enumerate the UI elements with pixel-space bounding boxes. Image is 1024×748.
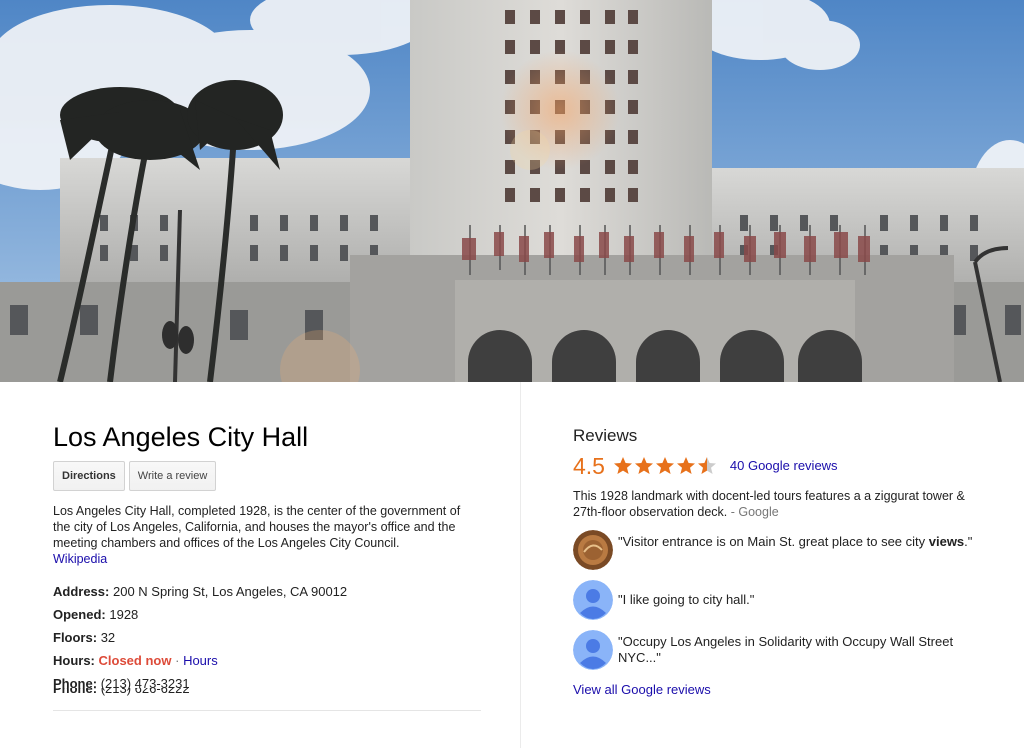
floors-value: 32 [100,630,116,645]
fact-label: Phone: [53,688,98,696]
review-item[interactable]: "Visitor entrance is on Main St. great p… [573,530,993,570]
review-item[interactable]: "Occupy Los Angeles in Solidarity with O… [573,630,993,670]
hours-separator: · [175,653,180,668]
place-title: Los Angeles City Hall [53,422,309,452]
view-all-reviews: View all Google reviews [573,682,993,697]
phone-secondary-value[interactable]: (213) 626-6222 [101,688,190,696]
section-divider [53,710,481,711]
fact-hours: Hours: Closed now · Hours [53,649,481,672]
reviews-heading: Reviews [573,426,638,445]
place-photo[interactable] [0,0,1024,382]
star-icons [614,456,717,474]
star-icon [635,456,654,474]
directions-button[interactable]: Directions [53,461,125,491]
default-user-icon [573,580,613,620]
opened-value: 1928 [109,607,139,622]
star-icon [677,456,696,474]
review-text-part: ." [964,534,973,549]
description-text: Los Angeles City Hall, completed 1928, i… [53,504,461,550]
action-buttons: Directions Write a review [53,461,481,491]
reviews-panel: Reviews 4.5 40 Google reviews This 1928 … [573,426,993,697]
review-text-highlight: views [928,534,965,549]
default-user-icon [573,630,613,670]
place-description: Los Angeles City Hall, completed 1928, i… [53,503,481,567]
fact-address: Address: 200 N Spring St, Los Angeles, C… [53,580,481,603]
fact-floors: Floors: 32 [53,626,481,649]
review-item[interactable]: "I like going to city hall." [573,580,993,620]
summary-source: - Google [730,505,779,519]
hours-link[interactable]: Hours [183,653,218,668]
view-all-reviews-link[interactable]: View all Google reviews [573,682,711,697]
wikipedia-link[interactable]: Wikipedia [53,552,107,566]
star-icon [656,456,675,474]
facts-list: Address: 200 N Spring St, Los Angeles, C… [53,580,481,695]
rating-row: 4.5 40 Google reviews [573,452,993,480]
google-reviews-count-link[interactable]: 40 Google reviews [730,458,838,473]
hours-status: Closed now [98,653,172,668]
star-rating [613,452,717,480]
review-text-part: "Visitor entrance is on Main St. great p… [618,534,929,549]
review-text: "Visitor entrance is on Main St. great p… [618,534,998,550]
write-review-button[interactable]: Write a review [128,461,217,491]
fact-label: Address: [53,584,110,599]
review-text: "Occupy Los Angeles in Solidarity with O… [618,634,954,665]
review-summary: This 1928 landmark with docent-led tours… [573,488,993,520]
column-divider [520,382,521,748]
address-value[interactable]: 200 N Spring St, Los Angeles, CA 90012 [113,584,347,599]
fact-phone-secondary: Phone: (213) 626-6222 [53,688,190,702]
fact-opened: Opened: 1928 [53,603,481,626]
star-icon [614,456,633,474]
place-info-panel: Los Angeles City Hall Directions Write a … [53,420,481,696]
review-text: "I like going to city hall." [618,592,755,607]
fact-label: Floors: [53,630,98,645]
half-star-icon [698,456,717,474]
rating-score: 4.5 [573,453,605,479]
fact-label: Opened: [53,607,106,622]
photo-avatar-icon [573,530,613,570]
fact-label: Hours: [53,653,95,668]
